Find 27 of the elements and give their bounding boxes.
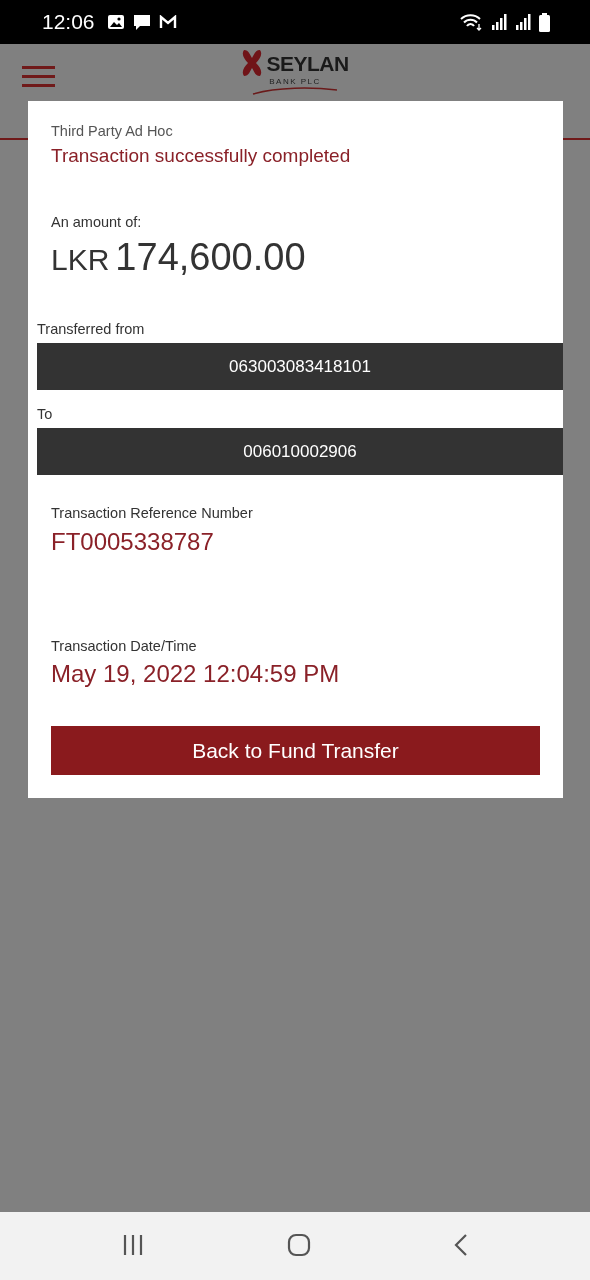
to-account: 006010002906 xyxy=(37,428,563,475)
wifi-icon xyxy=(459,13,483,31)
amount-value: 174,600.00 xyxy=(115,236,306,279)
logo-subtitle: BANK PLC xyxy=(269,78,321,86)
status-message: Transaction successfully completed xyxy=(51,145,352,167)
chat-icon xyxy=(132,13,151,31)
bank-logo-icon xyxy=(241,48,264,78)
to-label: To xyxy=(37,406,54,422)
back-button[interactable]: Back to Fund Transfer xyxy=(51,726,540,775)
currency-code: LKR xyxy=(51,243,110,277)
datetime-label: Transaction Date/Time xyxy=(51,638,198,654)
from-account: 063003083418101 xyxy=(37,343,563,390)
signal-icon xyxy=(515,13,531,31)
battery-icon xyxy=(539,12,550,32)
reference-label: Transaction Reference Number xyxy=(51,505,254,521)
logo-text: SEYLAN xyxy=(266,52,349,74)
transaction-datetime: May 19, 2022 12:04:59 PM xyxy=(51,660,341,688)
mail-icon xyxy=(158,15,177,29)
clock-time: 12:06 xyxy=(42,10,95,34)
menu-icon[interactable] xyxy=(22,64,55,90)
from-label: Transferred from xyxy=(37,321,146,337)
reference-number: FT0005338787 xyxy=(51,528,215,556)
transfer-type: Third Party Ad Hoc xyxy=(51,123,174,139)
amount-label: An amount of: xyxy=(51,214,143,230)
signal-icon xyxy=(491,13,507,31)
swoosh-icon xyxy=(252,86,338,96)
image-icon xyxy=(106,14,125,30)
